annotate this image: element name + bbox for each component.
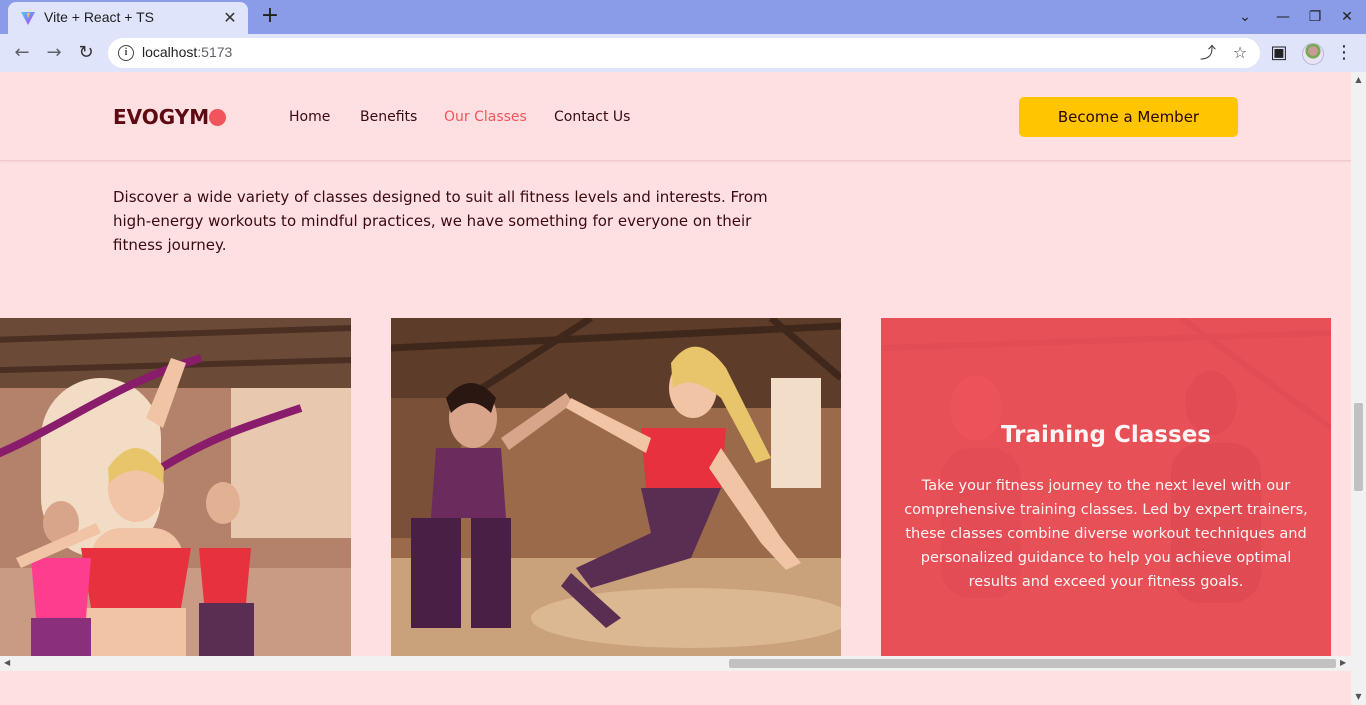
close-tab-icon[interactable]: ✕ xyxy=(220,8,240,28)
scroll-right-arrow-icon[interactable]: ▶ xyxy=(1340,658,1346,667)
share-icon[interactable]: ⤴ xyxy=(1198,43,1218,63)
vite-favicon-icon xyxy=(21,12,35,25)
class-card-1[interactable] xyxy=(0,318,351,656)
card-title: Training Classes xyxy=(1001,422,1211,448)
class-card-2[interactable] xyxy=(391,318,841,656)
forward-icon[interactable]: → xyxy=(42,42,66,66)
browser-tab[interactable]: Vite + React + TS ✕ xyxy=(8,2,248,34)
card-description: Take your fitness journey to the next le… xyxy=(904,478,1308,590)
browser-menu-icon[interactable]: ⋮ xyxy=(1332,42,1356,66)
site-logo[interactable]: EVOGYM xyxy=(113,105,209,129)
class-photo-resistance-bands xyxy=(0,318,351,656)
site-info-icon[interactable]: i xyxy=(118,45,134,61)
nav-link-benefits[interactable]: Benefits xyxy=(360,109,417,125)
horizontal-scrollbar[interactable]: ◀ ▶ xyxy=(0,656,1351,671)
nav-link-contact-us[interactable]: Contact Us xyxy=(554,109,630,125)
become-member-button[interactable]: Become a Member xyxy=(1019,97,1238,137)
back-icon[interactable]: ← xyxy=(10,42,34,66)
nav-link-home[interactable]: Home xyxy=(289,109,330,125)
url-text[interactable]: localhost:5173 xyxy=(142,44,232,60)
restore-icon[interactable]: ❐ xyxy=(1304,6,1326,28)
profile-avatar[interactable] xyxy=(1302,43,1324,65)
reload-icon[interactable]: ↻ xyxy=(74,42,98,66)
minimize-icon[interactable]: — xyxy=(1272,6,1294,28)
window-close-icon[interactable]: ✕ xyxy=(1336,6,1358,28)
scroll-down-arrow-icon[interactable]: ▼ xyxy=(1354,692,1363,701)
classes-intro-text: Discover a wide variety of classes desig… xyxy=(113,188,768,254)
browser-tab-bar: Vite + React + TS ✕ + ⌄ — ❐ ✕ xyxy=(0,0,1366,34)
browser-toolbar: ← → ↻ i localhost:5173 ⤴ ☆ ▣ ⋮ xyxy=(0,34,1366,72)
tab-search-chevron-icon[interactable]: ⌄ xyxy=(1234,6,1256,28)
page-viewport: EVOGYM Home Benefits Our Classes Contact… xyxy=(0,72,1351,656)
nav-link-our-classes[interactable]: Our Classes xyxy=(444,109,527,125)
class-card-training[interactable]: Training Classes Take your fitness journ… xyxy=(881,318,1331,656)
scroll-up-arrow-icon[interactable]: ▲ xyxy=(1354,75,1363,84)
tab-title: Vite + React + TS xyxy=(44,9,154,25)
logo-dot-icon xyxy=(209,109,226,126)
vertical-scroll-thumb[interactable] xyxy=(1354,403,1363,491)
site-navbar: EVOGYM Home Benefits Our Classes Contact… xyxy=(0,72,1351,161)
new-tab-button[interactable]: + xyxy=(258,5,282,29)
address-bar[interactable]: i localhost:5173 ⤴ ☆ xyxy=(108,38,1260,68)
url-port: :5173 xyxy=(197,44,233,60)
page-below-scrollbar xyxy=(0,671,1351,705)
side-panel-icon[interactable]: ▣ xyxy=(1267,42,1291,66)
url-host: localhost xyxy=(142,44,198,60)
class-photo-high-five xyxy=(391,318,841,656)
horizontal-scroll-thumb[interactable] xyxy=(729,659,1336,668)
vertical-scrollbar[interactable]: ▲ ▼ xyxy=(1351,72,1366,705)
bookmark-star-icon[interactable]: ☆ xyxy=(1230,43,1250,63)
scroll-left-arrow-icon[interactable]: ◀ xyxy=(4,658,10,667)
